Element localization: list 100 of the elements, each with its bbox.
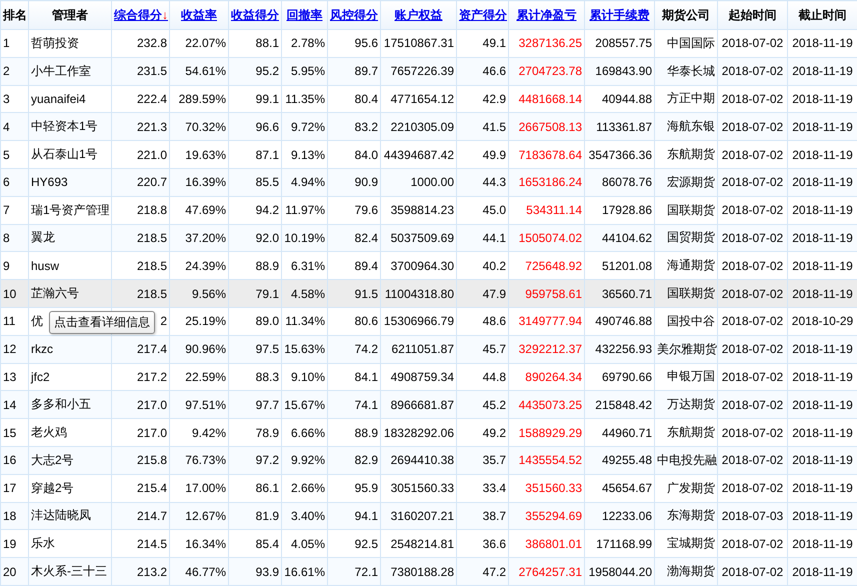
sort-link[interactable]: 风控得分 bbox=[330, 8, 378, 22]
table-cell: 多多和小五 bbox=[28, 390, 112, 419]
table-cell: 2018-07-02 bbox=[718, 140, 788, 168]
table-cell: 15.67% bbox=[282, 390, 328, 419]
table-cell: HY693 bbox=[28, 168, 112, 196]
table-cell: 386801.01 bbox=[508, 530, 584, 558]
table-cell: 221.0 bbox=[112, 140, 170, 168]
table-cell: 22.07% bbox=[170, 30, 228, 58]
table-cell: 2018-07-02 bbox=[718, 168, 788, 196]
table-cell: 2018-11-19 bbox=[788, 30, 857, 58]
table-cell: 45654.67 bbox=[584, 474, 654, 502]
table-cell: 5.95% bbox=[282, 57, 328, 86]
table-cell: 92.5 bbox=[328, 530, 380, 558]
table-cell: 88.1 bbox=[228, 30, 282, 58]
column-header: 管理者 bbox=[28, 0, 112, 30]
table-cell: 2018-11-19 bbox=[788, 558, 857, 586]
table-cell: 36560.71 bbox=[584, 280, 654, 308]
table-cell: 2018-11-19 bbox=[788, 363, 857, 391]
table-cell: 3.40% bbox=[282, 502, 328, 530]
table-cell: 2018-07-02 bbox=[718, 474, 788, 502]
table-cell: 91.5 bbox=[328, 280, 380, 308]
table-cell: 6 bbox=[0, 168, 28, 196]
table-cell: 3547366.36 bbox=[584, 140, 654, 168]
table-cell: 国贸期货 bbox=[654, 224, 718, 252]
table-cell: 2018-07-02 bbox=[718, 363, 788, 391]
table-cell: 46.77% bbox=[170, 558, 228, 586]
table-cell: 38.7 bbox=[456, 502, 508, 530]
sort-link[interactable]: 收益率 bbox=[181, 8, 217, 22]
sort-link[interactable]: 资产得分 bbox=[459, 8, 507, 22]
table-cell: 17928.86 bbox=[584, 196, 654, 224]
sort-link[interactable]: 累计净盈亏 bbox=[516, 8, 576, 22]
table-cell: 80.4 bbox=[328, 85, 380, 113]
table-cell: 11 bbox=[0, 307, 28, 336]
table-cell: 89.7 bbox=[328, 57, 380, 86]
table-cell: 11.97% bbox=[282, 196, 328, 224]
table-cell: 289.59% bbox=[170, 85, 228, 113]
table-cell: 45.2 bbox=[456, 390, 508, 419]
table-cell: 宏源期货 bbox=[654, 168, 718, 196]
sort-link[interactable]: 累计手续费 bbox=[590, 8, 650, 22]
sort-link[interactable]: 回撤率 bbox=[286, 8, 322, 22]
table-cell: 113361.87 bbox=[584, 112, 654, 141]
table-cell: 87.1 bbox=[228, 140, 282, 168]
sort-link[interactable]: 账户权益 bbox=[394, 8, 442, 22]
table-cell: 86.1 bbox=[228, 474, 282, 502]
table-cell: 94.1 bbox=[328, 502, 380, 530]
table-cell: 4435073.25 bbox=[508, 390, 584, 419]
table-cell: 4 bbox=[0, 112, 28, 141]
table-cell: 351560.33 bbox=[508, 474, 584, 502]
table-cell: 10.19% bbox=[282, 224, 328, 252]
table-cell: 97.5 bbox=[228, 335, 282, 364]
table-cell: 88.9 bbox=[328, 418, 380, 446]
table-cell: 93.9 bbox=[228, 558, 282, 586]
table-cell: 218.5 bbox=[112, 224, 170, 252]
table-cell: 2018-07-02 bbox=[718, 418, 788, 446]
table-cell: 490746.88 bbox=[584, 307, 654, 336]
table-cell: 214.7 bbox=[112, 502, 170, 530]
table-cell: 19.63% bbox=[170, 140, 228, 168]
table-cell: 95.6 bbox=[328, 30, 380, 58]
table-cell: 华泰长城 bbox=[654, 57, 718, 86]
table-cell: 海通期货 bbox=[654, 252, 718, 280]
sort-link[interactable]: 综合得分↓ bbox=[114, 8, 168, 22]
table-cell: 东航期货 bbox=[654, 418, 718, 446]
column-header: 截止时间 bbox=[788, 0, 857, 30]
table-cell: 3700964.30 bbox=[380, 252, 456, 280]
table-cell: 355294.69 bbox=[508, 502, 584, 530]
table-cell: 95.2 bbox=[228, 57, 282, 86]
table-cell: 木火系-三十三 bbox=[28, 558, 112, 586]
table-cell: 6.31% bbox=[282, 252, 328, 280]
table-cell: 85.5 bbox=[228, 168, 282, 196]
table-cell: 4.94% bbox=[282, 168, 328, 196]
table-cell: 432256.93 bbox=[584, 335, 654, 364]
table-cell: 5037509.69 bbox=[380, 224, 456, 252]
table-cell: 小牛工作室 bbox=[28, 57, 112, 86]
table-cell: 9.10% bbox=[282, 363, 328, 391]
sort-link[interactable]: 收益得分 bbox=[231, 8, 279, 22]
table-cell: 17.00% bbox=[170, 474, 228, 502]
table-cell: 74.1 bbox=[328, 390, 380, 419]
table-cell: 72.1 bbox=[328, 558, 380, 586]
table-cell: 25.19% bbox=[170, 307, 228, 336]
table-cell: 217.4 bbox=[112, 335, 170, 364]
table-cell: 2018-07-02 bbox=[718, 224, 788, 252]
table-cell: 2018-07-03 bbox=[718, 502, 788, 530]
table-cell: 国投中谷 bbox=[654, 307, 718, 336]
table-cell: 215.4 bbox=[112, 474, 170, 502]
tooltip: 点击查看详细信息 bbox=[49, 310, 155, 334]
table-cell: 2018-07-02 bbox=[718, 390, 788, 419]
table-cell: yuanaifei4 bbox=[28, 85, 112, 113]
table-cell: jfc2 bbox=[28, 363, 112, 391]
table-cell: 218.5 bbox=[112, 252, 170, 280]
table-cell: 83.2 bbox=[328, 112, 380, 141]
table-cell: 9.42% bbox=[170, 418, 228, 446]
table-cell: 6.66% bbox=[282, 418, 328, 446]
table-cell: 1505074.02 bbox=[508, 224, 584, 252]
table-cell: 79.1 bbox=[228, 280, 282, 308]
table-cell: 208557.75 bbox=[584, 30, 654, 58]
table-cell: 7 bbox=[0, 196, 28, 224]
table-cell: 哲萌投资 bbox=[28, 30, 112, 58]
table-cell: 89.0 bbox=[228, 307, 282, 336]
table-cell: 94.2 bbox=[228, 196, 282, 224]
table-cell: 中电投先融 bbox=[654, 446, 718, 474]
